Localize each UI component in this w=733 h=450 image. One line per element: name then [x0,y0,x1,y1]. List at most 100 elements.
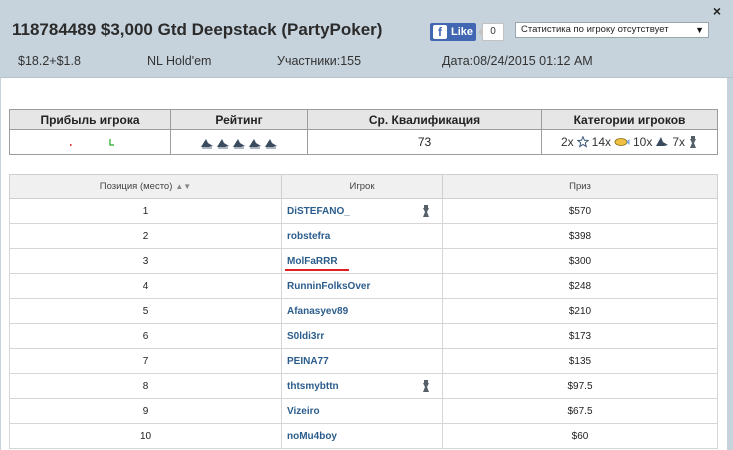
prize-cell: $135 [442,348,718,374]
category-count: 10x [633,135,653,149]
player-link[interactable]: RunninFolksOver [287,281,370,292]
buyin-text: $18.2+$1.8 [18,54,81,68]
player-link[interactable]: S0ldi3rr [287,331,324,342]
table-row: 4 RunninFolksOver $248 [9,273,718,299]
categories-cell: 2x 14x 10x 7x [541,129,718,155]
scrollbar[interactable] [727,78,733,450]
position-header-label: Позиция (место) [99,181,173,192]
table-row: 6 S0ldi3rr $173 [9,323,718,349]
profit-sparkline-icon [70,138,114,146]
player-cell: PEINA77 [281,348,443,374]
player-header[interactable]: Игрок [281,174,443,199]
profit-header: Прибыль игрока [9,109,171,130]
player-link[interactable]: Vizeiro [287,406,320,417]
shark-rating-icon [201,138,213,149]
rating-sharks [200,137,278,149]
content-area: Прибыль игрока Рейтинг Ср. Квалификация … [0,78,727,450]
prize-cell: $300 [442,248,718,274]
player-link[interactable]: noMu4boy [287,431,337,442]
shark-icon [656,137,669,146]
player-stats-select-value: Статистика по игроку отсутствует [521,24,669,35]
player-link[interactable]: DiSTEFANO_ [287,206,350,217]
date-text: Дата:08/24/2015 01:12 AM [442,54,593,68]
shark-rating-icon [265,138,277,149]
prize-cell: $97.5 [442,373,718,399]
player-cell: noMu4boy [281,423,443,449]
player-cell: Afanasyev89 [281,298,443,324]
shark-rating-icon [233,138,245,149]
player-categories-header: Категории игроков [541,109,718,130]
table-row: 2 robstefra $398 [9,223,718,249]
category-count: 14x [591,135,611,149]
table-row: 3 MolFaRRR $300 [9,248,718,274]
player-cell: MolFaRRR [281,248,443,274]
table-row: 5 Afanasyev89 $210 [9,298,718,324]
position-header[interactable]: Позиция (место) ▲▼ [9,174,282,199]
player-cell: Vizeiro [281,398,443,424]
facebook-icon: f [433,25,447,39]
crown-icon [690,136,697,148]
like-label: Like [451,26,474,38]
crown-icon [423,205,429,217]
player-stats-select[interactable]: Статистика по игроку отсутствует ▼ [515,22,709,38]
position-cell: 5 [9,298,282,324]
position-cell: 6 [9,323,282,349]
player-link[interactable]: MolFaRRR [287,256,338,267]
rating-header: Рейтинг [170,109,308,130]
table-row: 7 PEINA77 $135 [9,348,718,374]
position-cell: 10 [9,423,282,449]
like-count: 0 [478,23,504,41]
participants-text: Участники:155 [277,54,362,68]
player-cell: S0ldi3rr [281,323,443,349]
tournament-title: 118784489 $3,000 Gtd Deepstack (PartyPok… [12,20,383,39]
profit-chart-cell [9,129,171,155]
shark-rating-icon [249,138,261,149]
rating-cell [170,129,308,155]
prize-cell: $398 [442,223,718,249]
avg-qualification-header: Ср. Квалификация [307,109,542,130]
player-link[interactable]: Afanasyev89 [287,306,348,317]
prize-cell: $60 [442,423,718,449]
player-cell: DiSTEFANO_ [281,198,443,224]
star-outline-icon [576,136,589,148]
prize-cell: $248 [442,273,718,299]
position-cell: 1 [9,198,282,224]
position-cell: 4 [9,273,282,299]
player-cell: robstefra [281,223,443,249]
crown-icon [423,380,429,392]
player-link[interactable]: robstefra [287,231,330,242]
table-row: 9 Vizeiro $67.5 [9,398,718,424]
prize-cell: $570 [442,198,718,224]
results-table: Позиция (место) ▲▼ Игрок Приз 1 DiSTEFANO_… [9,174,718,449]
facebook-like-button[interactable]: f Like [430,23,476,41]
highlight-underline [285,269,349,271]
summary-table: Прибыль игрока Рейтинг Ср. Квалификация … [9,109,718,155]
shark-rating-icon [217,138,229,149]
fish-icon [614,138,630,146]
dropdown-arrow-icon: ▼ [695,25,704,35]
player-link[interactable]: PEINA77 [287,356,329,367]
avg-qualification-value: 73 [307,129,542,155]
player-link[interactable]: thtsmybttn [287,381,339,392]
position-cell: 2 [9,223,282,249]
table-row: 10 noMu4boy $60 [9,423,718,449]
player-cell: thtsmybttn [281,373,443,399]
player-cell: RunninFolksOver [281,273,443,299]
position-cell: 9 [9,398,282,424]
close-icon[interactable]: × [710,4,724,18]
table-row: 8 thtsmybttn $97.5 [9,373,718,399]
position-cell: 3 [9,248,282,274]
category-count: 2x [560,135,574,149]
game-type-text: NL Hold'em [147,54,212,68]
sort-icon[interactable]: ▲▼ [175,182,191,191]
categories-list: 2x 14x 10x 7x [542,135,717,149]
position-cell: 8 [9,373,282,399]
category-count: 7x [672,135,686,149]
prize-cell: $210 [442,298,718,324]
tournament-window: 118784489 $3,000 Gtd Deepstack (PartyPok… [0,0,733,450]
header-bar: 118784489 $3,000 Gtd Deepstack (PartyPok… [0,0,733,78]
prize-header[interactable]: Приз [442,174,718,199]
prize-cell: $173 [442,323,718,349]
table-row: 1 DiSTEFANO_ $570 [9,198,718,224]
position-cell: 7 [9,348,282,374]
